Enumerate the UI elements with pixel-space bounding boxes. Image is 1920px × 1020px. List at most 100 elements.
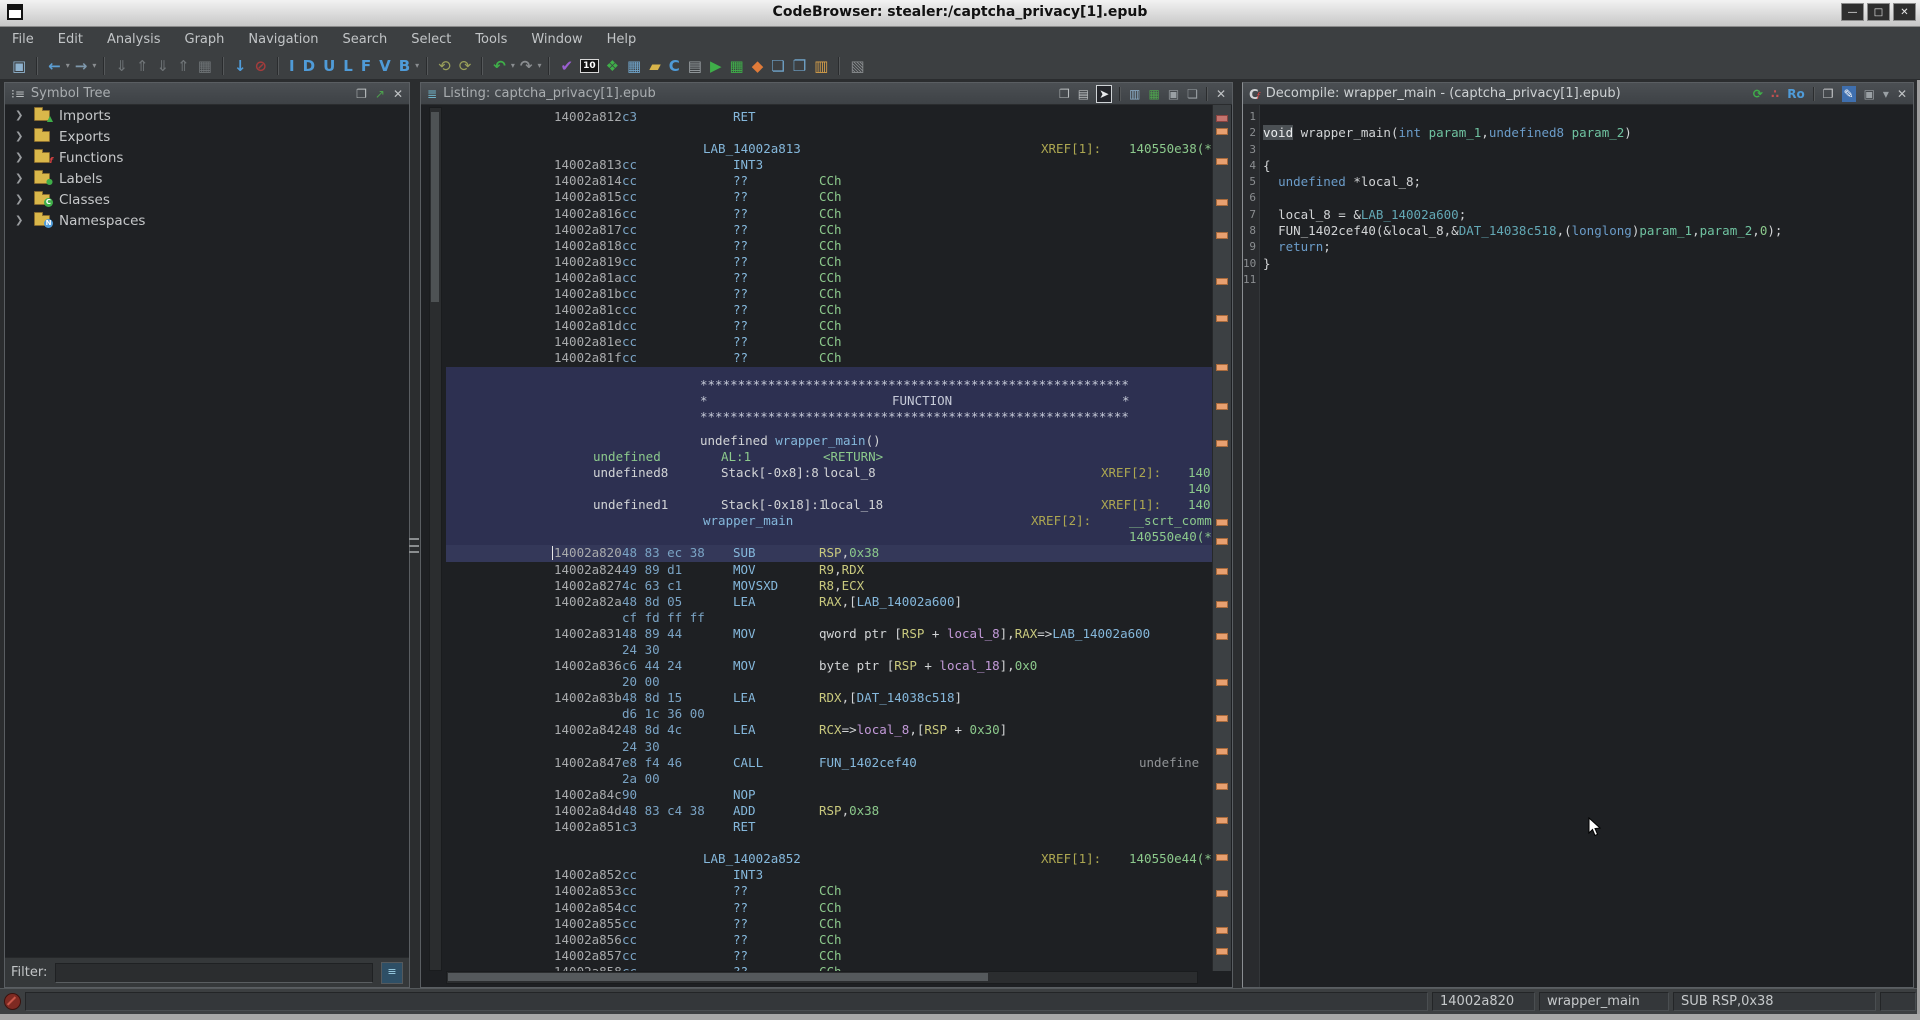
export-icon[interactable]: ▣ — [1864, 86, 1875, 102]
listing-field-mnem[interactable]: LEA — [733, 594, 756, 610]
listing-field-mnem[interactable]: MOVSXD — [733, 578, 778, 594]
overview-marker[interactable] — [1216, 568, 1228, 575]
refactor-forward-icon[interactable]: ⟳ — [455, 55, 476, 77]
listing-field-bytes[interactable]: 48 8d 4c — [622, 722, 682, 738]
listing-row[interactable]: 14002a81acc??CCh — [446, 270, 1213, 286]
listing-field-addr[interactable]: 14002a813 — [554, 157, 622, 173]
redo-dropdown-icon[interactable]: ▾ — [536, 55, 542, 77]
properties-dropdown-icon[interactable]: ▾ — [1883, 86, 1889, 102]
scrollbar-thumb[interactable] — [448, 973, 988, 981]
filter-options-button[interactable]: ≡ — [381, 962, 403, 984]
listing-field-mnem[interactable]: ?? — [733, 948, 748, 964]
listing-row[interactable]: 14002a812c3RET — [446, 109, 1213, 125]
listing-field-xl[interactable]: XREF[1]: — [1041, 851, 1101, 867]
overview-marker[interactable] — [1216, 748, 1228, 755]
listing-field-bytes[interactable]: cc — [622, 206, 637, 222]
listing-field-mnem[interactable]: ADD — [733, 803, 756, 819]
listing-row[interactable]: undefined1Stack[-0x18]:1local_18XREF[1]:… — [446, 497, 1213, 513]
datatype-D-icon[interactable]: D — [299, 55, 319, 77]
restore-window-icon[interactable]: ❐ — [356, 86, 367, 102]
listing-field-f3[interactable]: <RETURN> — [823, 449, 883, 465]
script-table-icon[interactable]: ▦ — [726, 55, 748, 77]
listing-field-xv2[interactable]: 140 — [1188, 497, 1211, 513]
listing-field-addr[interactable]: 14002a81a — [554, 270, 622, 286]
listing-field-mnem[interactable]: ?? — [733, 222, 748, 238]
menu-file[interactable]: File — [12, 32, 34, 47]
listing-field-f3[interactable]: local_18 — [823, 497, 883, 513]
code-line[interactable]: undefined *local_8; — [1263, 174, 1913, 190]
listing-row[interactable]: 14002a81dcc??CCh — [446, 318, 1213, 334]
listing-field-mnem[interactable]: INT3 — [733, 157, 763, 173]
listing-field-bytes[interactable]: cc — [622, 189, 637, 205]
overview-marker[interactable] — [1216, 854, 1228, 861]
listing-field-mnem[interactable]: ?? — [733, 173, 748, 189]
expand-chevron-icon[interactable]: ❯ — [15, 131, 25, 142]
sidebar-item-functions[interactable]: ❯fFunctions — [5, 147, 409, 168]
listing-field-bytes[interactable]: 24 30 — [622, 642, 660, 658]
refactor-back-icon[interactable]: ⟲ — [434, 55, 455, 77]
listing-field-bytes[interactable]: 48 83 c4 38 — [622, 803, 705, 819]
listing-field-addr[interactable]: 14002a81c — [554, 302, 622, 318]
paste-icon[interactable]: ▤ — [1078, 86, 1089, 102]
listing-row[interactable]: 14002a847e8 f4 46CALLFUN_1402cef40undefi… — [446, 755, 1213, 771]
listing-field-ops[interactable]: CCh — [819, 173, 842, 189]
listing-field-addr[interactable]: 14002a814 — [554, 173, 622, 189]
clear-bookmark-icon[interactable]: ⊘ — [250, 55, 271, 77]
close-button[interactable]: ✕ — [1893, 3, 1916, 21]
code-line[interactable]: void wrapper_main(int param_1,undefined8… — [1263, 125, 1913, 141]
listing-row[interactable]: undefinedAL:1<RETURN> — [446, 449, 1213, 465]
listing-row[interactable]: 14002a81bcc??CCh — [446, 286, 1213, 302]
overview-marker[interactable] — [1216, 927, 1228, 934]
listing-field-mnem[interactable]: ?? — [733, 302, 748, 318]
listing-field-ops[interactable]: qword ptr [RSP + local_8],RAX=>LAB_14002… — [819, 626, 1150, 642]
listing-field-bytes[interactable]: 20 00 — [622, 674, 660, 690]
listing-row[interactable]: 20 00 — [446, 674, 1213, 690]
listing-field-ops[interactable]: CCh — [819, 318, 842, 334]
listing-field-addr[interactable]: 14002a824 — [554, 562, 622, 578]
copy-view-icon[interactable]: ❐ — [1059, 86, 1070, 102]
validate-icon[interactable]: ✔ — [556, 55, 577, 77]
memory-in-icon[interactable]: ⇓ — [111, 55, 132, 77]
memory-map-icon[interactable]: ▦ — [194, 55, 216, 77]
listing-row[interactable]: 14002a81fcc??CCh — [446, 350, 1213, 366]
listing-field-addr[interactable]: 14002a81b — [554, 286, 622, 302]
listing-field-mnem[interactable]: INT3 — [733, 867, 763, 883]
listing-row[interactable]: ****************************************… — [446, 377, 1213, 393]
listing-field-addr[interactable]: 14002a82a — [554, 594, 622, 610]
expand-chevron-icon[interactable]: ❯ — [15, 215, 25, 226]
listing-field-addr[interactable]: 14002a855 — [554, 916, 622, 932]
listing-row[interactable]: 14002a82449 89 d1MOVR9,RDX — [446, 562, 1213, 578]
listing-field-xv[interactable]: __scrt_comm — [1129, 513, 1212, 529]
listing-row[interactable]: 140 — [446, 481, 1213, 497]
listing-field-mnem[interactable]: NOP — [733, 787, 756, 803]
listing-field-mnem[interactable]: RET — [733, 819, 756, 835]
listing-field-bytes[interactable]: 4c 63 c1 — [622, 578, 682, 594]
listing-field-ops[interactable]: CCh — [819, 883, 842, 899]
datatype-L-icon[interactable]: L — [339, 55, 357, 77]
listing-field-ops[interactable]: CCh — [819, 916, 842, 932]
listing-row[interactable]: cf fd ff ff — [446, 610, 1213, 626]
listing-field-f1[interactable]: undefined — [593, 449, 661, 465]
listing-field-ops[interactable]: CCh — [819, 932, 842, 948]
listing-field-bytes[interactable]: cc — [622, 318, 637, 334]
listing-row[interactable]: 14002a814cc??CCh — [446, 173, 1213, 189]
listing-field-mnem[interactable]: MOV — [733, 626, 756, 642]
listing-field-bytes[interactable]: cc — [622, 157, 637, 173]
overview-marker[interactable] — [1216, 403, 1228, 410]
clipboard-icon[interactable]: ▧ — [846, 55, 868, 77]
sidebar-item-imports[interactable]: ❯▲Imports — [5, 105, 409, 126]
listing-row[interactable]: wrapper_mainXREF[2]:__scrt_comm — [446, 513, 1213, 529]
listing-row[interactable]: 14002a84c90NOP — [446, 787, 1213, 803]
recompile-c-icon[interactable]: C — [665, 55, 684, 77]
listing-field-mnem[interactable]: ?? — [733, 916, 748, 932]
listing-field-ops[interactable]: RCX=>local_8,[RSP + 0x30] — [819, 722, 1007, 738]
expand-chevron-icon[interactable]: ❯ — [15, 194, 25, 205]
listing-field-bytes[interactable]: cc — [622, 948, 637, 964]
listing-field-mnem[interactable]: ?? — [733, 932, 748, 948]
datatype-V-icon[interactable]: V — [375, 55, 395, 77]
listing-field-ast[interactable]: undefined wrapper_main() — [700, 433, 881, 449]
graph-icon[interactable]: ∴ — [1771, 86, 1779, 102]
listing-field-mnem[interactable]: SUB — [733, 545, 756, 561]
listing-field-label[interactable]: LAB_14002a852 — [703, 851, 801, 867]
listing-field-addr[interactable]: 14002a84d — [554, 803, 622, 819]
